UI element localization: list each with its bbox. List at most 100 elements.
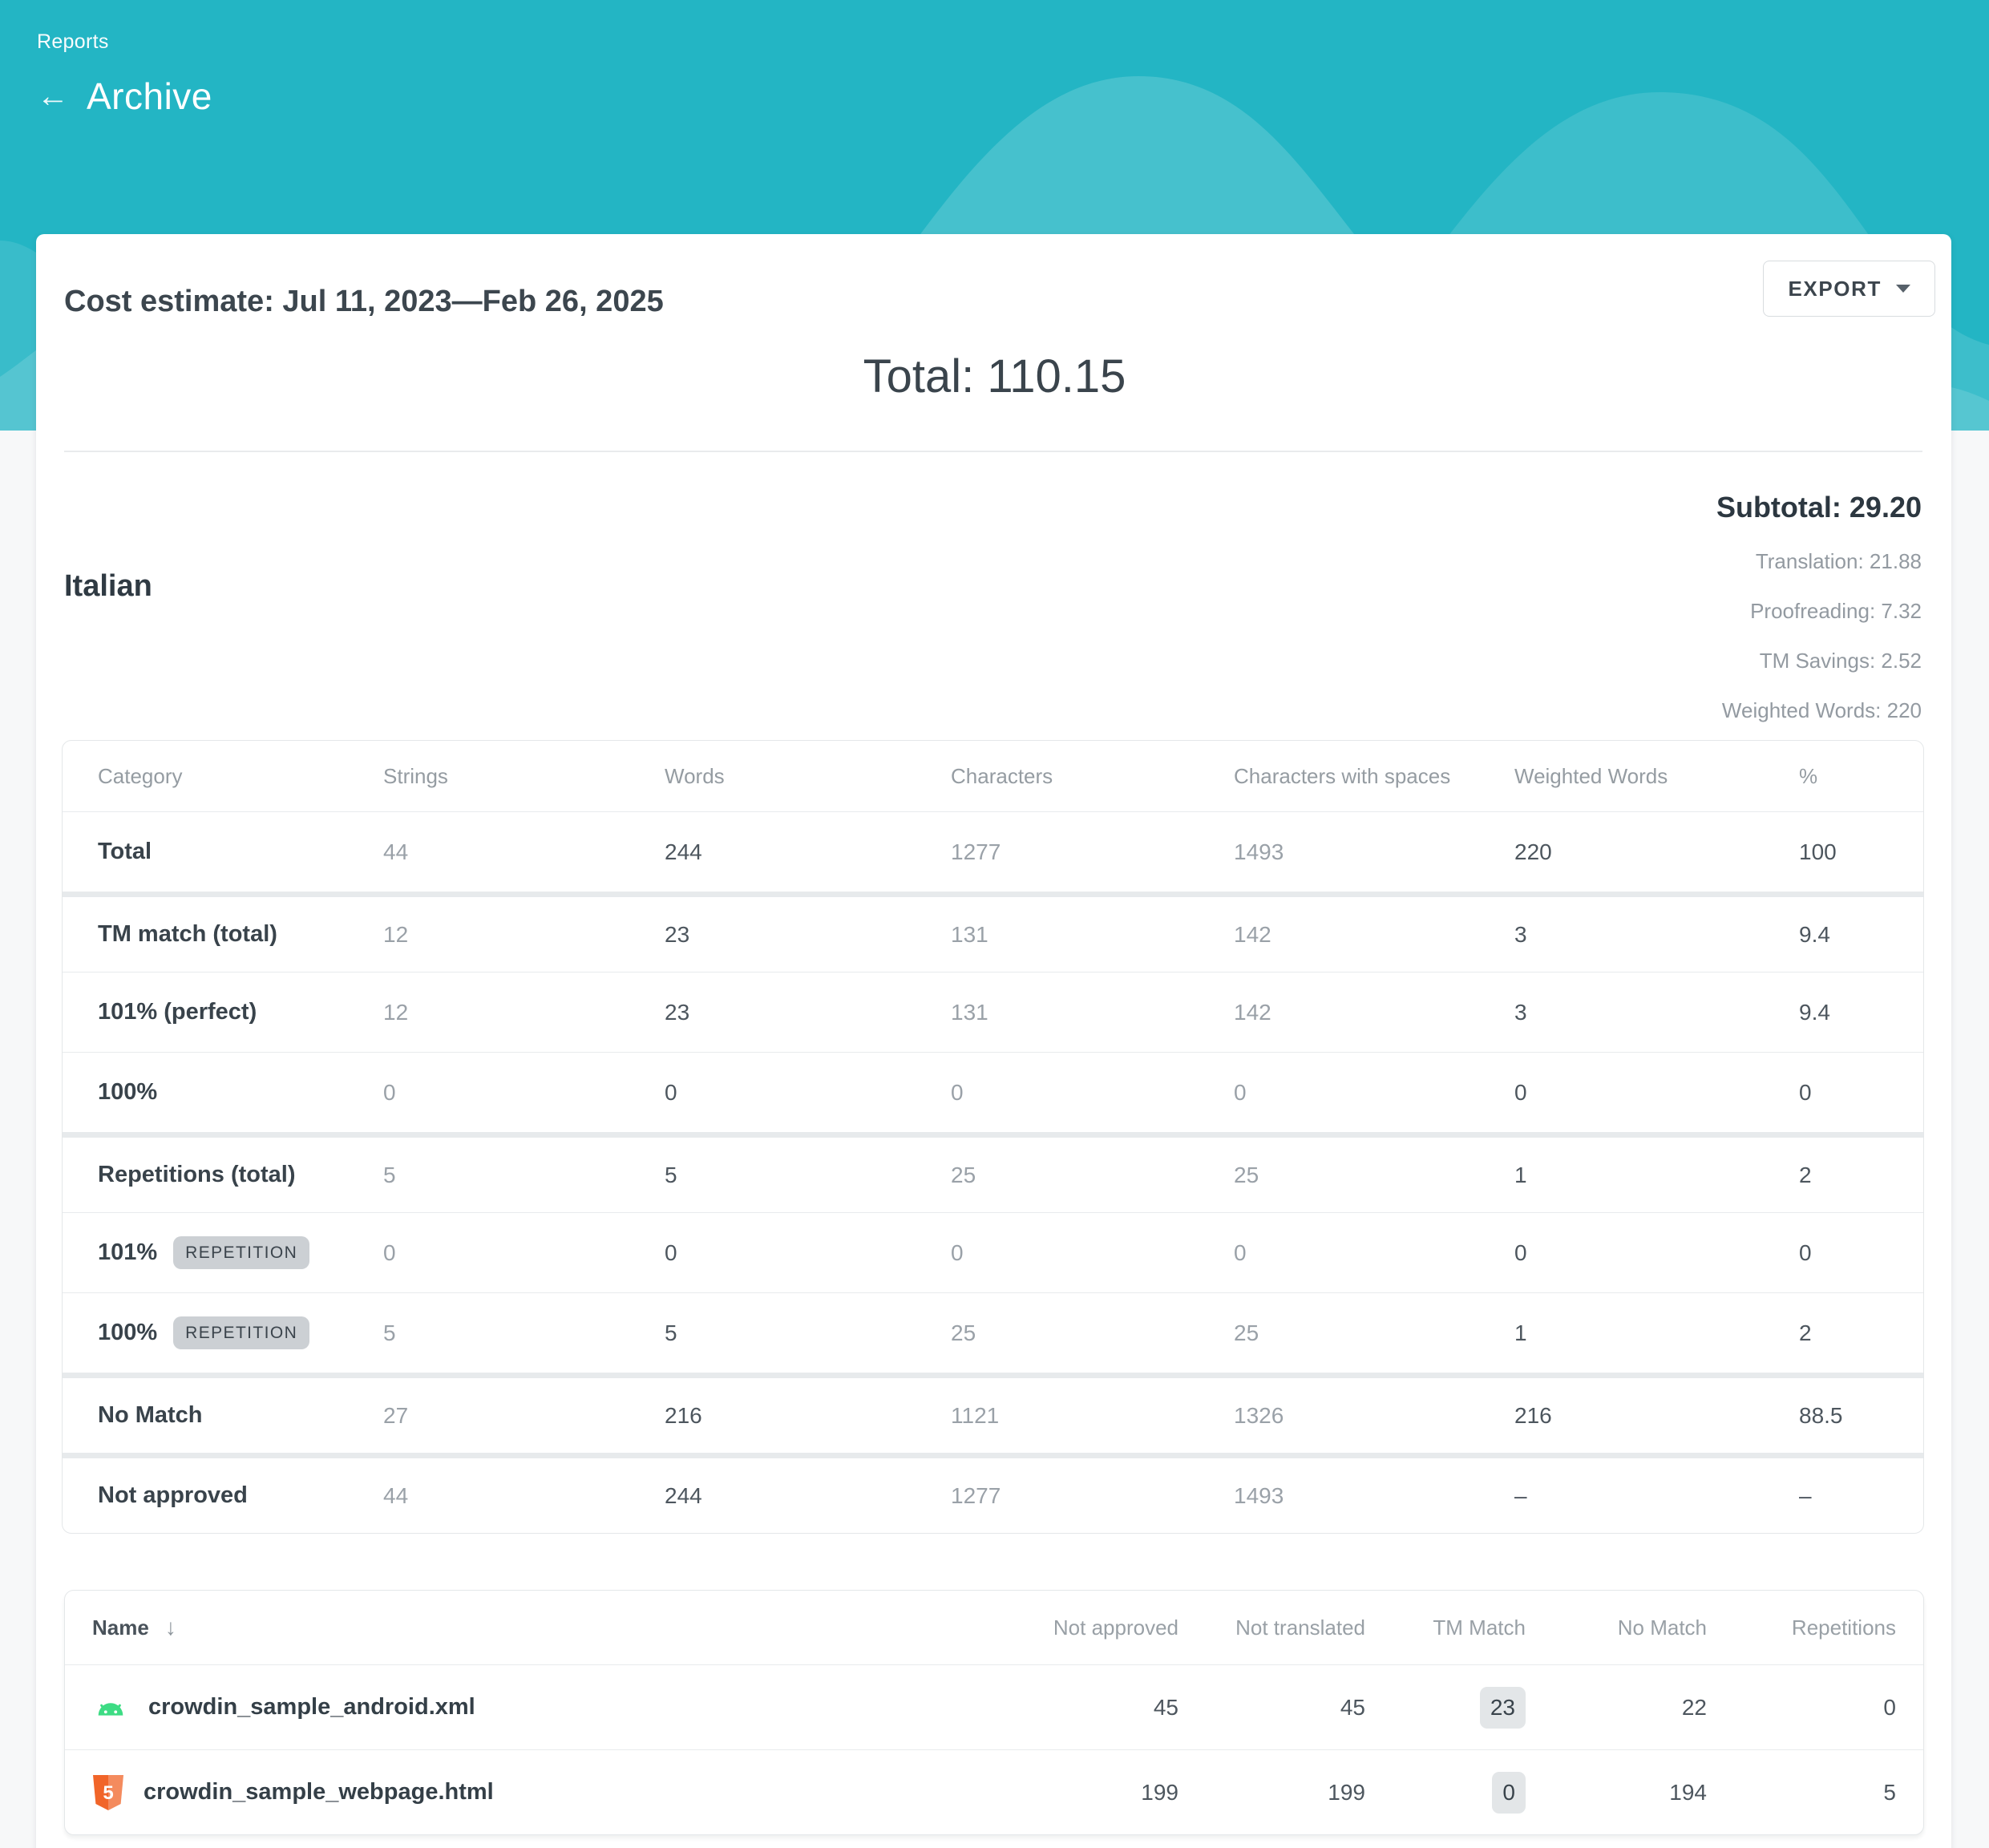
cell-value: 131 [951,922,1234,948]
table-row: 100%REPETITION55252512 [63,1292,1923,1373]
cell-value: 100 [1799,839,1888,865]
files-col-header: Not approved [992,1615,1178,1640]
file-not-translated: 199 [1178,1780,1365,1806]
tm-match-badge: 23 [1480,1687,1526,1729]
cell-value: 3 [1514,1000,1799,1025]
cell-value: 0 [1234,1080,1514,1106]
category-label: Not approved [98,1482,383,1509]
cell-value: 0 [951,1240,1234,1266]
category-col-header: % [1799,764,1888,789]
category-col-header: Strings [383,764,665,789]
cell-value: 131 [951,1000,1234,1025]
file-name-cell: crowdin_sample_android.xml [92,1689,992,1726]
cell-value: 27 [383,1403,665,1429]
category-label-text: Total [98,839,152,865]
files-col-header: TM Match [1365,1615,1526,1640]
cell-value: 25 [951,1163,1234,1188]
category-label: 100% [98,1079,383,1106]
subtotal-tm-savings: TM Savings: 2.52 [1716,649,1922,673]
cell-value: 5 [383,1320,665,1346]
cell-value: 0 [1799,1240,1888,1266]
file-name-label: crowdin_sample_webpage.html [144,1779,494,1806]
cell-value: 142 [1234,922,1514,948]
cell-value: 1 [1514,1163,1799,1188]
back-arrow-icon[interactable]: ← [37,80,69,112]
section-divider [64,451,1922,452]
html5-file-icon: 5 [92,1774,124,1811]
category-col-header: Characters [951,764,1234,789]
export-button[interactable]: EXPORT [1763,261,1935,317]
table-row: 100%000000 [63,1052,1923,1132]
cell-value: 9.4 [1799,1000,1888,1025]
category-label: 101%REPETITION [98,1236,383,1269]
file-repetitions: 0 [1707,1695,1896,1721]
files-sort-header[interactable]: Name↓ [92,1615,992,1640]
breadcrumb[interactable]: Reports [37,30,212,54]
cell-value: 25 [1234,1320,1514,1346]
cell-value: 1 [1514,1320,1799,1346]
cell-value: 1493 [1234,839,1514,865]
cell-value: 5 [383,1163,665,1188]
file-row[interactable]: crowdin_sample_android.xml454523220 [65,1664,1923,1749]
file-row[interactable]: 5crowdin_sample_webpage.html19919901945 [65,1749,1923,1834]
cell-value: 0 [951,1080,1234,1106]
cell-value: 0 [1799,1080,1888,1106]
files-col-header: Not translated [1178,1615,1365,1640]
category-table-header: CategoryStringsWordsCharactersCharacters… [63,741,1923,811]
category-col-header: Category [98,764,383,789]
category-label-text: TM match (total) [98,921,277,948]
table-row: Not approved4424412771493–– [63,1453,1923,1533]
cell-value: 44 [383,1483,665,1509]
cell-value: 1277 [951,1483,1234,1509]
cell-value: 216 [665,1403,951,1429]
files-table-header: Name↓Not approvedNot translatedTM MatchN… [65,1591,1923,1664]
category-col-header: Words [665,764,951,789]
table-row: Repetitions (total)55252512 [63,1132,1923,1212]
cell-value: 2 [1799,1163,1888,1188]
cell-value: 220 [1514,839,1799,865]
files-col-header: Repetitions [1707,1615,1896,1640]
cell-value: 5 [665,1163,951,1188]
cell-value: 23 [665,1000,951,1025]
files-col-header: No Match [1526,1615,1707,1640]
cell-value: 0 [383,1080,665,1106]
grand-total: Total: 110.15 [0,350,1989,403]
cell-value: 25 [951,1320,1234,1346]
cell-value: 9.4 [1799,922,1888,948]
subtotal-translation: Translation: 21.88 [1716,549,1922,574]
subtotal-weighted-words: Weighted Words: 220 [1716,698,1922,723]
category-col-header: Characters with spaces [1234,764,1514,789]
file-not-approved: 199 [992,1780,1178,1806]
cell-value: 0 [665,1240,951,1266]
cell-value: 5 [665,1320,951,1346]
cell-value: 25 [1234,1163,1514,1188]
repetition-badge: REPETITION [173,1316,309,1349]
file-not-translated: 45 [1178,1695,1365,1721]
file-no-match: 194 [1526,1780,1707,1806]
category-table: CategoryStringsWordsCharactersCharacters… [62,740,1924,1534]
cell-value: 216 [1514,1403,1799,1429]
category-label: TM match (total) [98,921,383,948]
cell-value: 23 [665,922,951,948]
category-label: 100%REPETITION [98,1316,383,1349]
cell-value: 1326 [1234,1403,1514,1429]
cell-value: 0 [1514,1240,1799,1266]
category-label-text: 100% [98,1079,157,1106]
category-label: Repetitions (total) [98,1162,383,1188]
export-button-label: EXPORT [1788,277,1882,301]
subtotal-value: Subtotal: 29.20 [1716,491,1922,524]
cell-value: 244 [665,1483,951,1509]
cell-value: 12 [383,1000,665,1025]
file-name-label: crowdin_sample_android.xml [148,1694,475,1721]
cell-value: 0 [665,1080,951,1106]
category-label-text: No Match [98,1402,203,1429]
tm-match-badge: 0 [1492,1772,1526,1814]
file-not-approved: 45 [992,1695,1178,1721]
page-title: Archive [87,75,212,118]
category-col-header: Weighted Words [1514,764,1799,789]
subtotal-block: Subtotal: 29.20 Translation: 21.88 Proof… [1716,491,1922,723]
cell-value: – [1514,1483,1799,1509]
repetition-badge: REPETITION [173,1236,309,1269]
file-tm-match: 0 [1365,1772,1526,1814]
files-table: Name↓Not approvedNot translatedTM MatchN… [64,1590,1924,1835]
